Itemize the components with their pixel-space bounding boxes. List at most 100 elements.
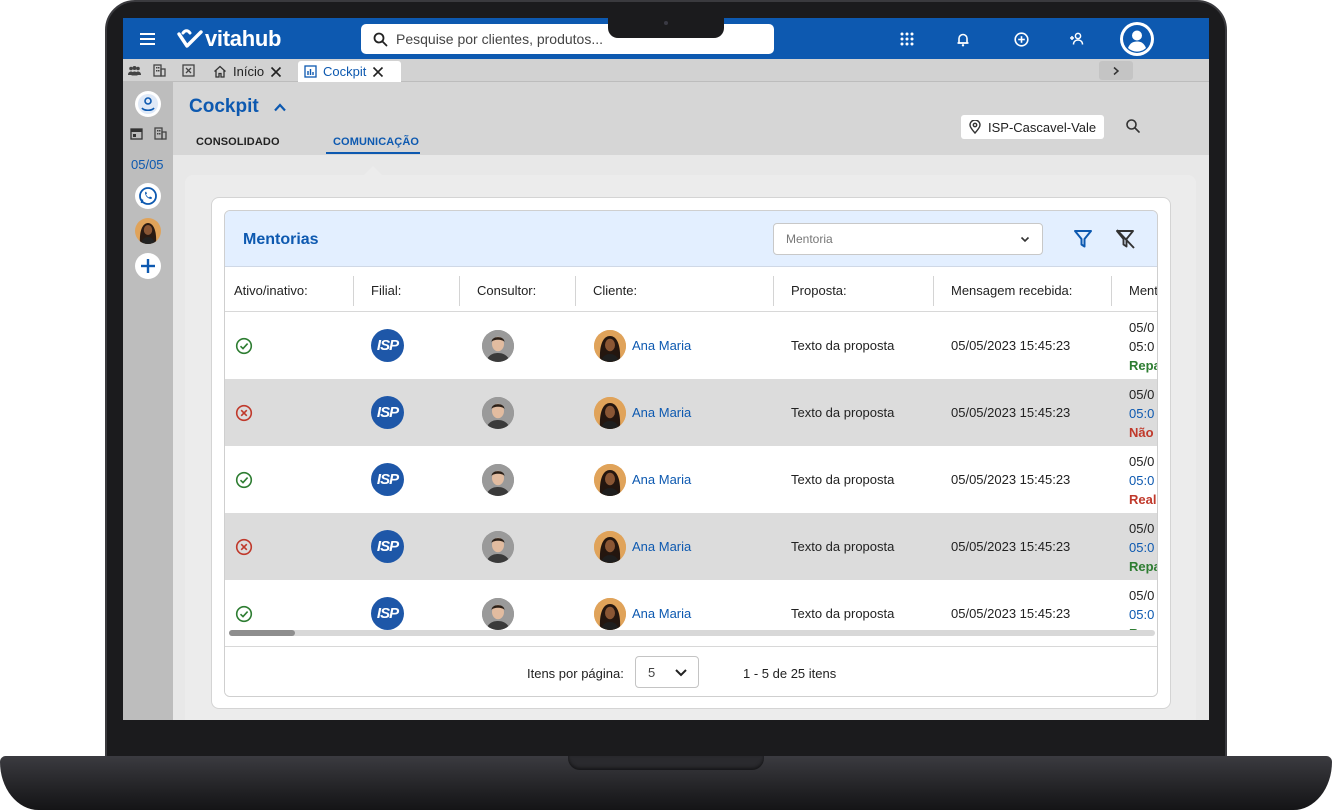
mentoria-time[interactable]: 05:0: [1129, 538, 1157, 557]
brand-logo[interactable]: vitahub: [177, 26, 281, 52]
cliente-link[interactable]: Ana Maria: [632, 539, 691, 554]
notification-bell-icon[interactable]: [953, 29, 973, 49]
consultor-avatar[interactable]: [482, 464, 514, 496]
mentoria-status: Não: [1129, 425, 1154, 440]
location-chip[interactable]: ISP-Cascavel-Vale: [961, 115, 1105, 139]
col-filial[interactable]: Filial:: [371, 283, 401, 298]
chevron-down-icon: [675, 668, 687, 676]
close-icon[interactable]: [270, 66, 282, 78]
close-all-tabs-icon[interactable]: [181, 63, 196, 78]
proposta-text: Texto da proposta: [791, 606, 895, 621]
cliente-link[interactable]: Ana Maria: [632, 606, 691, 621]
hamburger-menu-icon[interactable]: [139, 30, 156, 47]
mentoria-time[interactable]: 05:0: [1129, 404, 1154, 423]
consultor-avatar[interactable]: [482, 531, 514, 563]
chart-icon: [304, 65, 317, 78]
active-check-icon[interactable]: [235, 337, 253, 355]
select-value: Mentoria: [786, 232, 833, 246]
table-row[interactable]: ISP Ana Maria Texto da proposta 05/05/2023 …: [225, 446, 1157, 513]
consultant-support-icon[interactable]: [135, 91, 161, 117]
mentoria-cell: 05/005:0Repa: [1129, 586, 1157, 630]
col-separator[interactable]: [773, 276, 774, 306]
mentoria-date: 05/0: [1129, 320, 1155, 335]
filter-icon[interactable]: [1071, 227, 1095, 251]
col-proposta[interactable]: Proposta:: [791, 283, 847, 298]
mentoria-select[interactable]: Mentoria: [773, 223, 1043, 255]
col-separator[interactable]: [1111, 276, 1112, 306]
col-separator[interactable]: [933, 276, 934, 306]
consultor-avatar[interactable]: [482, 330, 514, 362]
add-button[interactable]: [135, 253, 161, 279]
cliente-avatar[interactable]: [594, 531, 626, 563]
items-per-page-label: Itens por página:: [527, 666, 624, 681]
table-row[interactable]: ISP Ana Maria Texto da proposta 05/05/2023 …: [225, 580, 1157, 630]
active-check-icon[interactable]: [235, 605, 253, 623]
inactive-x-icon[interactable]: [235, 538, 253, 556]
building-icon[interactable]: [151, 124, 169, 142]
user-icon: [1123, 25, 1151, 53]
calendar-icon[interactable]: [127, 124, 145, 142]
clear-filter-icon[interactable]: [1113, 227, 1137, 251]
whatsapp-icon[interactable]: [135, 183, 161, 209]
scrollbar-thumb[interactable]: [229, 630, 295, 636]
inactive-x-icon[interactable]: [235, 404, 253, 422]
add-circle-icon[interactable]: [1011, 29, 1031, 49]
cliente-link[interactable]: Ana Maria: [632, 405, 691, 420]
mentoria-cell: 05/005:0Repa: [1129, 519, 1157, 576]
mentoria-time: 05:0: [1129, 339, 1155, 354]
table-row[interactable]: ISP Ana Maria Texto da proposta 05/05/2023 …: [225, 513, 1157, 580]
cliente-link[interactable]: Ana Maria: [632, 338, 691, 353]
col-cliente[interactable]: Cliente:: [593, 283, 637, 298]
mentoria-date: 05/0: [1129, 521, 1155, 536]
laptop-camera: [664, 21, 668, 25]
tab-consolidado[interactable]: CONSOLIDADO: [196, 136, 280, 148]
search-icon: [373, 32, 388, 46]
horizontal-scrollbar[interactable]: [229, 630, 1155, 636]
filial-logo: ISP: [371, 463, 404, 496]
table-row[interactable]: ISP Ana Maria Texto da proposta 05/05/2023 …: [225, 379, 1157, 446]
tabs-scroll-right-button[interactable]: [1099, 61, 1133, 80]
mentoria-time[interactable]: 05:0: [1129, 605, 1157, 624]
tab-inicio[interactable]: Início: [207, 61, 288, 82]
table-row[interactable]: ISP Ana Maria Texto da proposta 05/05/2023 …: [225, 312, 1157, 379]
apps-grid-icon[interactable]: [897, 29, 917, 49]
cliente-avatar[interactable]: [594, 464, 626, 496]
active-check-icon[interactable]: [235, 471, 253, 489]
col-consultor[interactable]: Consultor:: [477, 283, 536, 298]
col-mensagem[interactable]: Mensagem recebida:: [951, 283, 1072, 298]
laptop-groove: [568, 756, 764, 770]
cliente-link[interactable]: Ana Maria: [632, 472, 691, 487]
tab-cockpit[interactable]: Cockpit: [298, 61, 401, 82]
client-avatar[interactable]: [135, 218, 161, 244]
page-title[interactable]: Cockpit: [189, 96, 287, 118]
items-per-page-select[interactable]: 5: [635, 656, 699, 688]
search-input[interactable]: [396, 31, 616, 47]
col-separator[interactable]: [353, 276, 354, 306]
add-user-icon[interactable]: [1067, 29, 1087, 49]
consultor-avatar[interactable]: [482, 397, 514, 429]
tab-comunicacao[interactable]: COMUNICAÇÃO: [333, 136, 419, 148]
col-ativo[interactable]: Ativo/inativo:: [234, 283, 308, 298]
mensagem-recebida: 05/05/2023 15:45:23: [951, 606, 1071, 621]
mensagem-recebida: 05/05/2023 15:45:23: [951, 338, 1071, 353]
chevron-up-icon[interactable]: [273, 102, 287, 112]
user-avatar[interactable]: [1120, 22, 1154, 56]
app-screen: vitahub Pesquise por clientes, produtos.…: [123, 18, 1209, 720]
mensagem-recebida: 05/05/2023 15:45:23: [951, 539, 1071, 554]
close-icon[interactable]: [372, 66, 384, 78]
col-mentoria[interactable]: Ment: [1129, 283, 1157, 298]
building-icon[interactable]: [152, 63, 167, 78]
col-separator[interactable]: [575, 276, 576, 306]
mentoria-time[interactable]: 05:0: [1129, 471, 1157, 490]
header-search-icon[interactable]: [1125, 118, 1143, 136]
consultor-avatar[interactable]: [482, 598, 514, 630]
filial-logo: ISP: [371, 597, 404, 630]
table-body: ISP Ana Maria Texto da proposta 05/05/2023 …: [225, 312, 1157, 630]
cliente-avatar[interactable]: [594, 330, 626, 362]
proposta-text: Texto da proposta: [791, 539, 895, 554]
location-pin-icon: [969, 120, 981, 134]
col-separator[interactable]: [459, 276, 460, 306]
users-group-icon[interactable]: [127, 63, 142, 78]
cliente-avatar[interactable]: [594, 397, 626, 429]
cliente-avatar[interactable]: [594, 598, 626, 630]
